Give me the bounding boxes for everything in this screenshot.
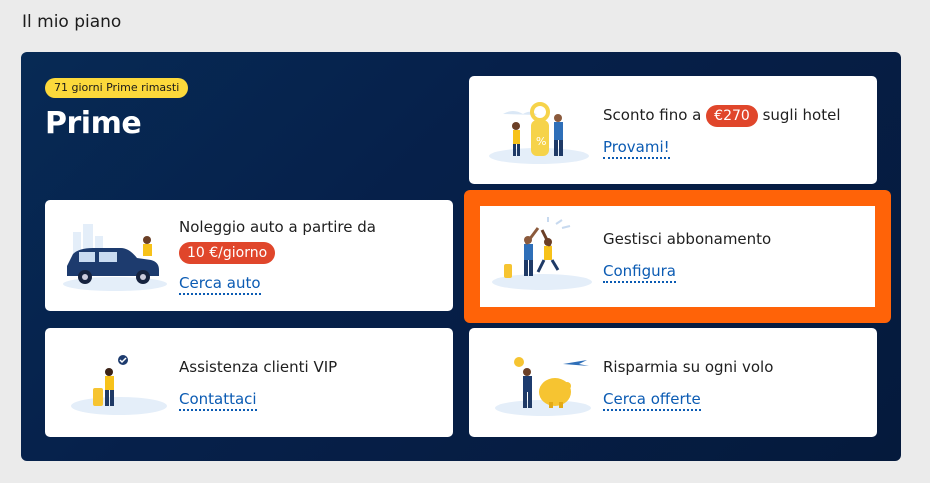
page-title: Il mio piano [22, 12, 122, 32]
manage-subscription-illustration [492, 217, 592, 290]
vip-support-illustration [71, 355, 167, 415]
prime-title: Prime [45, 106, 142, 141]
hotel-title-before: Sconto fino a [603, 106, 702, 124]
hotel-title-after: sugli hotel [762, 106, 841, 124]
search-car-link[interactable]: Cerca auto [179, 274, 261, 295]
flight-savings-title: Risparmia su ogni volo [603, 358, 774, 376]
contact-us-link[interactable]: Contattaci [179, 390, 257, 411]
hotel-discount-illustration: % [489, 102, 589, 164]
car-rental-card[interactable]: Noleggio auto a partire da 10 €/giorno C… [45, 200, 453, 311]
manage-subscription-title: Gestisci abbonamento [603, 230, 772, 248]
car-rental-illustration [63, 224, 167, 291]
search-offers-link[interactable]: Cerca offerte [603, 390, 701, 411]
svg-text:%: % [536, 135, 546, 148]
hotel-discount-title: Sconto fino a €270 sugli hotel [603, 104, 841, 127]
hotel-discount-card[interactable]: % Sconto fino a €270 sugli hotel Provami… [469, 76, 877, 184]
hotel-price-pill: €270 [706, 105, 758, 127]
car-rental-title: Noleggio auto a partire da [179, 218, 376, 236]
vip-support-card[interactable]: Assistenza clienti VIP Contattaci [45, 328, 453, 437]
vip-support-title: Assistenza clienti VIP [179, 358, 338, 376]
try-it-link[interactable]: Provami! [603, 138, 670, 159]
prime-days-badge: 71 giorni Prime rimasti [45, 78, 189, 98]
flight-savings-illustration [495, 357, 591, 416]
manage-subscription-card[interactable]: Gestisci abbonamento Configura [480, 206, 875, 307]
car-price-pill: 10 €/giorno [179, 242, 276, 264]
flight-savings-card[interactable]: Risparmia su ogni volo Cerca offerte [469, 328, 877, 437]
configure-link[interactable]: Configura [603, 262, 676, 283]
